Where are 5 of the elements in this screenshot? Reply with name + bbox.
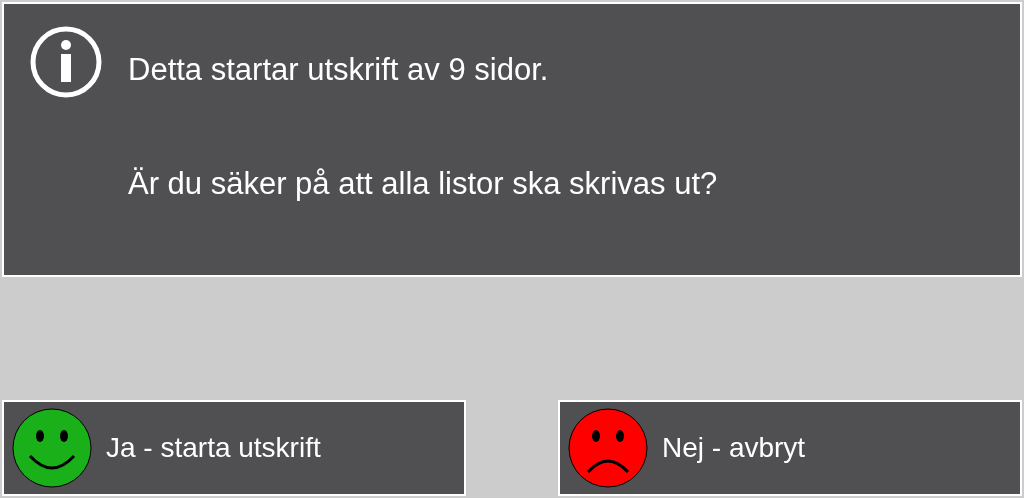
message-text: Är du säker på att alla listor ska skrivas ut? [128, 166, 718, 202]
cancel-button[interactable]: Nej - avbryt [558, 400, 1022, 496]
info-icon [28, 26, 104, 98]
message-text: Detta startar utskrift av 9 sidor. [128, 52, 550, 88]
confirm-button[interactable]: Ja - starta utskrift [2, 400, 466, 496]
